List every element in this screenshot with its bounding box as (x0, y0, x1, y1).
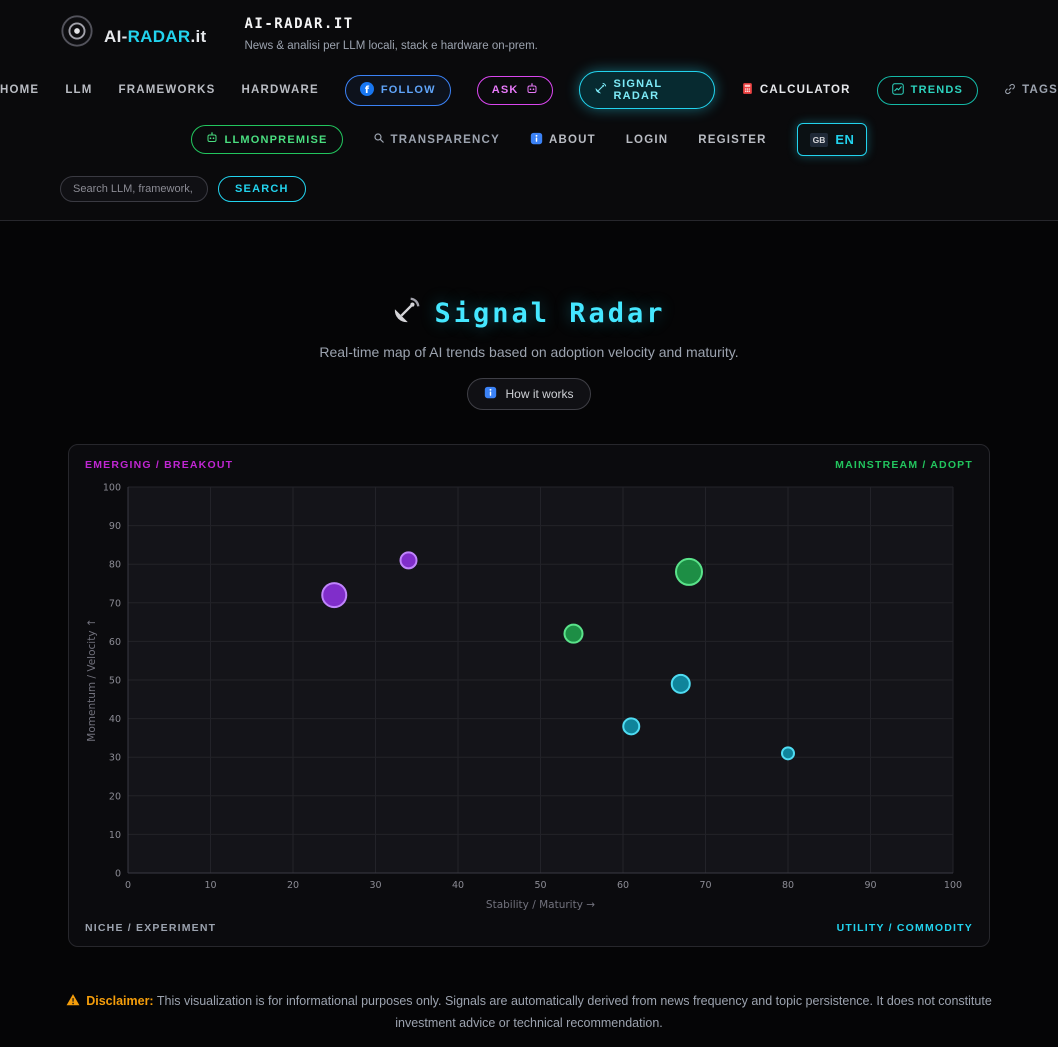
ask-button[interactable]: ASK (476, 75, 553, 105)
satellite-dish-icon (392, 297, 420, 330)
quadrant-label-niche: NICHE / EXPERIMENT (85, 922, 217, 934)
trends-button[interactable]: TRENDS (876, 75, 979, 105)
svg-text:0: 0 (115, 869, 121, 880)
quadrant-label-emerging: EMERGING / BREAKOUT (85, 459, 234, 471)
svg-text:50: 50 (109, 676, 121, 687)
scatter-point-emerging[interactable] (321, 582, 348, 609)
svg-text:f: f (365, 84, 370, 95)
header-top-row: AI-RADAR.it AI-RADAR.IT News & analisi p… (0, 14, 1058, 53)
svg-text:100: 100 (944, 880, 962, 891)
signal-radar-nav-active[interactable]: SIGNAL RADAR (578, 71, 715, 109)
satellite-icon (594, 82, 607, 98)
nav-row-primary: HOME LLM FRAMEWORKS HARDWARE f FOLLOW AS… (0, 71, 1058, 109)
logo-text: AI-RADAR.it (104, 27, 207, 46)
svg-text:40: 40 (452, 880, 464, 891)
nav-transparency[interactable]: TRANSPARENCY (373, 132, 500, 147)
svg-text:10: 10 (204, 880, 216, 891)
svg-text:60: 60 (617, 880, 629, 891)
nav-home[interactable]: HOME (0, 84, 39, 96)
scatter-point-utility[interactable] (622, 717, 641, 736)
search-bar: SEARCH (0, 176, 1058, 202)
warning-icon (66, 993, 80, 1013)
nav-register[interactable]: REGISTER (698, 134, 766, 146)
signal-radar-chart-panel: EMERGING / BREAKOUT MAINSTREAM / ADOPT 0… (68, 444, 990, 947)
robot-icon (206, 132, 218, 147)
svg-text:50: 50 (534, 880, 546, 891)
svg-text:20: 20 (109, 791, 121, 802)
llmonpremise-button[interactable]: LLMONPREMISE (190, 125, 343, 154)
link-icon (1004, 83, 1016, 98)
svg-text:90: 90 (109, 521, 121, 532)
nav-row-secondary: LLMONPREMISE TRANSPARENCY ABOUT LOGIN RE… (0, 123, 1058, 156)
svg-text:80: 80 (782, 880, 794, 891)
site-title-block: AI-RADAR.IT News & analisi per LLM local… (244, 16, 537, 52)
svg-text:100: 100 (103, 483, 121, 494)
svg-text:30: 30 (369, 880, 381, 891)
site-header: AI-RADAR.it AI-RADAR.IT News & analisi p… (0, 0, 1058, 221)
svg-text:40: 40 (109, 714, 121, 725)
site-title: AI-RADAR.IT (244, 16, 354, 32)
quadrant-labels-top: EMERGING / BREAKOUT MAINSTREAM / ADOPT (83, 457, 975, 478)
disclaimer-text: This visualization is for informational … (156, 994, 992, 1030)
svg-text:60: 60 (109, 637, 121, 648)
info-icon (484, 386, 497, 402)
quadrant-label-utility: UTILITY / COMMODITY (836, 922, 973, 934)
gb-flag: GB (809, 132, 829, 147)
svg-text:20: 20 (287, 880, 299, 891)
radar-logo-icon (60, 14, 94, 53)
svg-text:70: 70 (699, 880, 711, 891)
search-button[interactable]: SEARCH (218, 176, 306, 202)
nav-tags[interactable]: TAGS (1004, 83, 1058, 98)
quadrant-label-mainstream: MAINSTREAM / ADOPT (835, 459, 973, 471)
follow-button[interactable]: f FOLLOW (344, 74, 451, 106)
page-title: Signal Radar (434, 298, 666, 329)
main-content: Signal Radar Real-time map of AI trends … (0, 221, 1058, 1047)
scatter-point-utility[interactable] (781, 746, 795, 761)
scatter-point-emerging[interactable] (399, 551, 418, 570)
radar-scatter-svg[interactable]: 0 10 20 30 40 50 60 70 80 90 100 0 10 20 30 40 50 60 70 80 9… (83, 478, 977, 914)
calculator-icon (741, 82, 754, 98)
nav-frameworks[interactable]: FRAMEWORKS (119, 84, 216, 96)
site-logo[interactable]: AI-RADAR.it (60, 14, 206, 53)
scatter-point-mainstream[interactable] (563, 623, 584, 644)
nav-calculator[interactable]: CALCULATOR (741, 82, 851, 98)
svg-text:80: 80 (109, 560, 121, 571)
magnifier-icon (373, 132, 385, 147)
robot-icon (526, 82, 538, 98)
nav-hardware[interactable]: HARDWARE (242, 84, 319, 96)
svg-text:70: 70 (109, 598, 121, 609)
nav-llm[interactable]: LLM (65, 84, 92, 96)
facebook-icon: f (359, 81, 374, 99)
disclaimer: Disclaimer: This visualization is for in… (64, 991, 994, 1047)
language-switcher[interactable]: GB EN (796, 123, 868, 156)
page-subtitle: Real-time map of AI trends based on adop… (319, 344, 739, 360)
disclaimer-label: Disclaimer: (86, 994, 154, 1008)
info-icon (530, 132, 543, 148)
svg-text:30: 30 (109, 753, 121, 764)
how-it-works-button[interactable]: How it works (467, 378, 591, 410)
svg-text:90: 90 (864, 880, 876, 891)
svg-text:Stability / Maturity →: Stability / Maturity → (486, 899, 595, 911)
site-subtitle: News & analisi per LLM locali, stack e h… (244, 40, 538, 52)
scatter-point-utility[interactable] (670, 673, 691, 694)
trend-chart-icon (891, 82, 904, 98)
nav-about[interactable]: ABOUT (530, 132, 596, 148)
svg-text:Momentum / Velocity ↑: Momentum / Velocity ↑ (86, 618, 98, 741)
scatter-point-mainstream[interactable] (675, 557, 703, 586)
nav-login[interactable]: LOGIN (626, 134, 668, 146)
search-input[interactable] (60, 176, 208, 202)
svg-text:0: 0 (125, 880, 131, 891)
svg-text:10: 10 (109, 830, 121, 841)
page-title-row: Signal Radar (0, 297, 1058, 330)
language-code: EN (835, 132, 855, 147)
quadrant-labels-bottom: NICHE / EXPERIMENT UTILITY / COMMODITY (83, 914, 975, 936)
